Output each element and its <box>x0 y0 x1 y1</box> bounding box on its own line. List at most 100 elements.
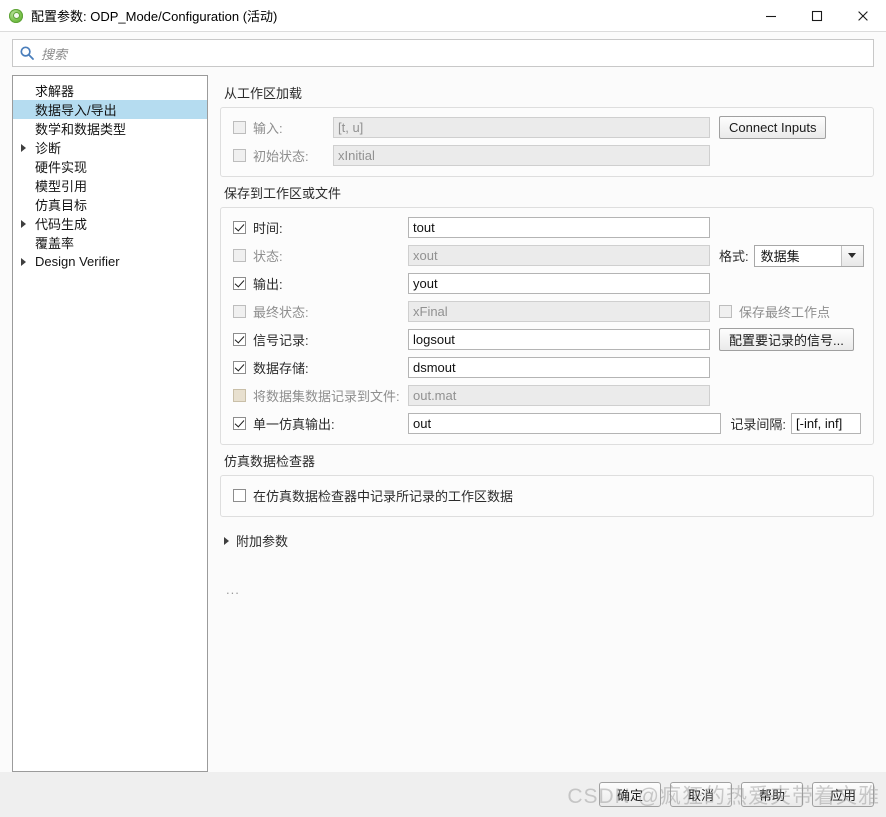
time-checkbox[interactable] <box>233 221 246 234</box>
sidebar-item-model-referencing[interactable]: 模型引用 <box>13 176 207 195</box>
sidebar-item-label: 仿真目标 <box>35 198 88 213</box>
final-states-field-label: 最终状态: <box>233 302 408 321</box>
data-stores-value-field[interactable] <box>408 357 710 378</box>
sidebar-item-data-import-export[interactable]: 数据导入/导出 <box>13 100 207 119</box>
title-bar: 配置参数: ODP_Mode/Configuration (活动) <box>0 0 886 32</box>
maximize-icon[interactable] <box>794 0 840 31</box>
final-states-label: 最终状态: <box>253 305 309 320</box>
additional-parameters-toggle[interactable]: 附加参数 <box>224 531 874 550</box>
initial-state-row: 初始状态: <box>233 144 861 167</box>
sidebar-item-label: 模型引用 <box>35 179 88 194</box>
chevron-down-icon[interactable] <box>840 245 863 266</box>
data-stores-field-label: 数据存储: <box>233 358 408 377</box>
states-label: 状态: <box>253 249 283 264</box>
cancel-button[interactable]: 取消 <box>670 782 732 807</box>
sidebar-item-label: 数据导入/导出 <box>35 103 117 118</box>
sidebar-item-math-and-data-types[interactable]: 数学和数据类型 <box>13 119 207 138</box>
minimize-icon[interactable] <box>748 0 794 31</box>
search-icon <box>19 45 35 61</box>
settings-tree[interactable]: 求解器 数据导入/导出 数学和数据类型 诊断 硬件实现 模型引用 仿真目标 代码… <box>12 75 208 772</box>
connect-inputs-button[interactable]: Connect Inputs <box>719 116 827 139</box>
input-field-label: 输入: <box>233 118 333 137</box>
sidebar-item-label: 硬件实现 <box>35 160 88 175</box>
log-dataset-to-file-checkbox[interactable] <box>233 389 246 402</box>
ok-button[interactable]: 确定 <box>599 782 661 807</box>
states-field-label: 状态: <box>233 246 408 265</box>
chevron-right-icon[interactable] <box>21 143 35 152</box>
format-select[interactable]: 数据集 <box>753 244 864 267</box>
search-input[interactable]: 搜索 <box>12 39 874 67</box>
overflow-indicator: ... <box>226 582 240 597</box>
chevron-right-icon[interactable] <box>21 219 35 228</box>
single-simulation-output-checkbox[interactable] <box>233 417 246 430</box>
sidebar-item-hardware-implementation[interactable]: 硬件实现 <box>13 157 207 176</box>
final-states-checkbox[interactable] <box>233 305 246 318</box>
output-field-label: 输出: <box>233 274 408 293</box>
configure-signals-slot: 配置要记录的信号... <box>719 328 861 351</box>
window-title: 配置参数: ODP_Mode/Configuration (活动) <box>31 9 278 24</box>
time-value-field[interactable] <box>408 217 710 238</box>
input-row: 输入: Connect Inputs <box>233 116 861 139</box>
input-label: 输入: <box>253 121 283 136</box>
sidebar-item-label: 数学和数据类型 <box>35 122 127 137</box>
save-to-workspace-group: 时间: 状态: 格式: 数据集 <box>220 207 874 445</box>
states-checkbox[interactable] <box>233 249 246 262</box>
format-label: 格式: <box>719 249 749 264</box>
logging-interval-field[interactable] <box>791 413 861 434</box>
sidebar-item-simulation-target[interactable]: 仿真目标 <box>13 195 207 214</box>
initial-state-field-label: 初始状态: <box>233 146 333 165</box>
sidebar-item-label: 求解器 <box>35 84 75 99</box>
data-stores-label: 数据存储: <box>253 361 309 376</box>
sidebar-item-solver[interactable]: 求解器 <box>13 81 207 100</box>
main-content: 求解器 数据导入/导出 数学和数据类型 诊断 硬件实现 模型引用 仿真目标 代码… <box>0 75 886 772</box>
apply-button[interactable]: 应用 <box>812 782 874 807</box>
single-simulation-output-field-label: 单一仿真输出: <box>233 414 408 433</box>
simulation-data-inspector-group: 在仿真数据检查器中记录所记录的工作区数据 <box>220 475 874 517</box>
states-value-field[interactable] <box>408 245 710 266</box>
data-stores-checkbox[interactable] <box>233 361 246 374</box>
sidebar-item-code-generation[interactable]: 代码生成 <box>13 214 207 233</box>
signal-logging-value-field[interactable] <box>408 329 710 350</box>
simulink-config-icon <box>8 8 24 24</box>
dialog-footer: 确定 取消 帮助 应用 CSDN @疯狂的热爱夹带着文雅 <box>0 772 886 817</box>
record-logged-workspace-data-label: 在仿真数据检查器中记录所记录的工作区数据 <box>253 489 514 504</box>
log-dataset-to-file-value-field[interactable] <box>408 385 710 406</box>
final-states-value-field[interactable] <box>408 301 710 322</box>
sidebar-item-diagnostics[interactable]: 诊断 <box>13 138 207 157</box>
initial-state-label: 初始状态: <box>253 149 309 164</box>
initial-state-checkbox[interactable] <box>233 149 246 162</box>
help-button[interactable]: 帮助 <box>741 782 803 807</box>
input-checkbox[interactable] <box>233 121 246 134</box>
sidebar-item-coverage[interactable]: 覆盖率 <box>13 233 207 252</box>
load-from-workspace-group: 输入: Connect Inputs 初始状态: <box>220 107 874 177</box>
save-final-operating-point-label: 保存最终工作点 <box>739 305 831 320</box>
record-logged-workspace-data-checkbox[interactable] <box>233 489 246 502</box>
config-parameters-window: 配置参数: ODP_Mode/Configuration (活动) 搜索 求解器… <box>0 0 886 817</box>
close-icon[interactable] <box>840 0 886 31</box>
chevron-right-icon[interactable] <box>21 257 35 266</box>
log-dataset-to-file-field-label: 将数据集数据记录到文件: <box>233 386 408 405</box>
search-bar-container: 搜索 <box>0 32 886 75</box>
output-value-field[interactable] <box>408 273 710 294</box>
sidebar-item-label: Design Verifier <box>35 254 120 269</box>
output-label: 输出: <box>253 277 283 292</box>
format-selected-value: 数据集 <box>760 249 800 264</box>
save-final-operating-point-checkbox[interactable] <box>719 305 732 318</box>
initial-state-value-field[interactable] <box>333 145 710 166</box>
sidebar-item-label: 覆盖率 <box>35 236 75 251</box>
configure-signals-button[interactable]: 配置要记录的信号... <box>719 328 854 351</box>
signal-logging-row: 信号记录: 配置要记录的信号... <box>233 328 861 351</box>
logging-interval-slot: 记录间隔: <box>730 413 861 434</box>
single-simulation-output-row: 单一仿真输出: 记录间隔: <box>233 412 861 435</box>
single-simulation-output-value-field[interactable] <box>408 413 722 434</box>
single-simulation-output-label: 单一仿真输出: <box>253 417 335 432</box>
sidebar-item-design-verifier[interactable]: Design Verifier <box>13 252 207 271</box>
settings-panel: 从工作区加载 输入: Connect Inputs 初始状态: <box>220 75 874 772</box>
signal-logging-checkbox[interactable] <box>233 333 246 346</box>
data-stores-row: 数据存储: <box>233 356 861 379</box>
signal-logging-label: 信号记录: <box>253 333 309 348</box>
output-checkbox[interactable] <box>233 277 246 290</box>
additional-parameters-label: 附加参数 <box>236 534 289 549</box>
input-value-field[interactable] <box>333 117 710 138</box>
format-slot: 格式: 数据集 <box>719 244 864 267</box>
